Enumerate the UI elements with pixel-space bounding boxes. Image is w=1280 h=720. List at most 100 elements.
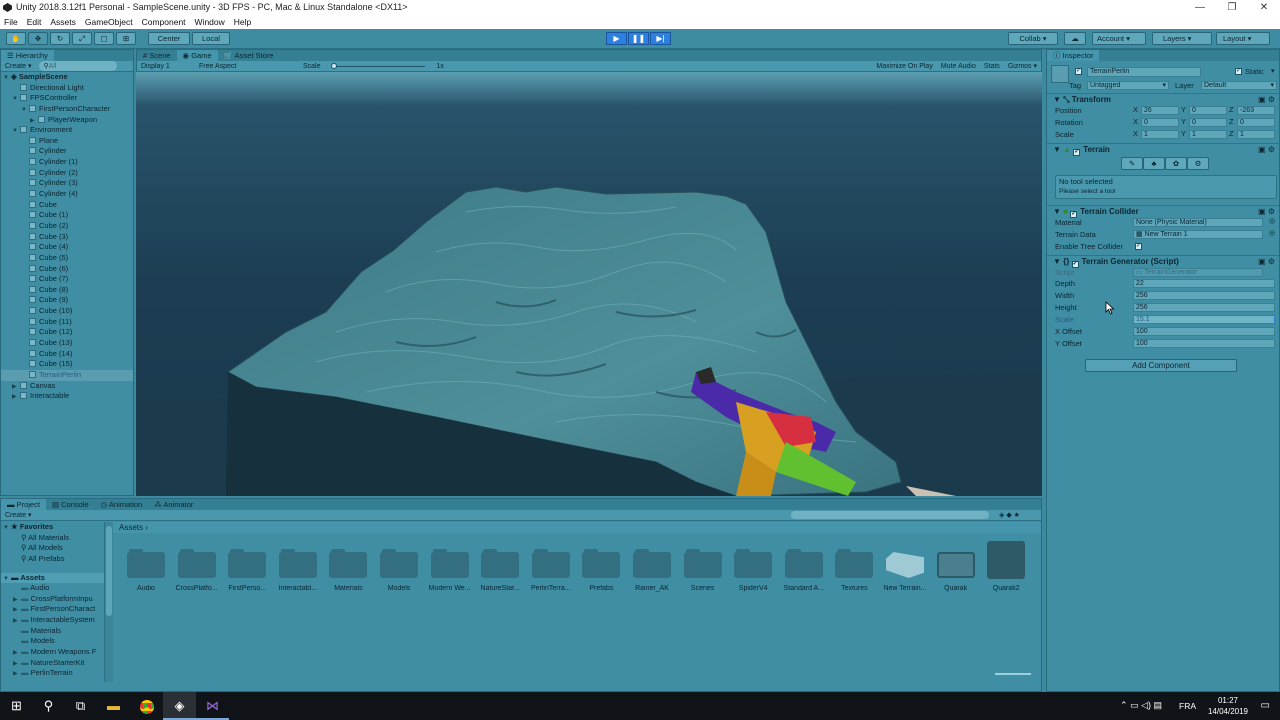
maximize-on-play-toggle[interactable]: Maximize On Play bbox=[876, 61, 932, 72]
pivot-center-button[interactable]: Center bbox=[148, 32, 190, 45]
hierarchy-item[interactable]: ▶ Canvas bbox=[1, 381, 133, 392]
play-button[interactable]: ▶ bbox=[606, 32, 627, 45]
terrain-enabled-checkbox[interactable]: ✓ bbox=[1073, 149, 1081, 156]
tree-scrollbar[interactable] bbox=[105, 522, 113, 682]
generator-field-input[interactable]: 15.1 bbox=[1133, 315, 1275, 324]
hierarchy-item[interactable]: Cube (7) bbox=[1, 274, 133, 285]
tab-animation[interactable]: ◷ Animation bbox=[95, 499, 149, 510]
layout-dropdown[interactable]: Layout ▾ bbox=[1216, 32, 1270, 45]
hierarchy-item[interactable]: Cube bbox=[1, 200, 133, 211]
asset-item[interactable]: Materials bbox=[323, 541, 373, 601]
asset-item[interactable]: PerlinTerra... bbox=[526, 541, 576, 601]
tab-inspector[interactable]: ⓘ Inspector bbox=[1047, 50, 1100, 61]
hierarchy-item[interactable]: Cube (14) bbox=[1, 349, 133, 360]
tree-folder-item[interactable]: ▬ Models bbox=[1, 636, 104, 647]
step-button[interactable]: ▶| bbox=[650, 32, 671, 45]
tray-icons[interactable]: ⌃ ▭ ◁) ▤ bbox=[1120, 700, 1162, 711]
hierarchy-search-input[interactable]: ⚲All bbox=[39, 61, 118, 71]
tab-asset-store[interactable]: 🛒 Asset Store bbox=[218, 50, 280, 61]
asset-item[interactable]: Audio bbox=[121, 541, 171, 601]
hierarchy-item[interactable]: Cube (10) bbox=[1, 306, 133, 317]
object-picker-icon[interactable]: ◎ bbox=[1269, 229, 1275, 237]
visual-studio-icon[interactable]: ⋈ bbox=[196, 692, 229, 720]
static-checkbox[interactable]: ✓ bbox=[1235, 68, 1242, 75]
material-field[interactable]: None (Physic Material) bbox=[1133, 218, 1263, 227]
tab-animator[interactable]: ⁂ Animator bbox=[148, 499, 199, 510]
scale-x-field[interactable]: 1 bbox=[1141, 130, 1179, 139]
menu-component[interactable]: Component bbox=[142, 15, 186, 29]
layers-dropdown[interactable]: Layers ▾ bbox=[1152, 32, 1212, 45]
asset-item[interactable]: Standard A... bbox=[779, 541, 829, 601]
asset-item[interactable]: SpiderV4 bbox=[728, 541, 778, 601]
expand-icon[interactable]: ▶ bbox=[13, 669, 21, 680]
hierarchy-item[interactable]: Cube (12) bbox=[1, 327, 133, 338]
place-trees-button[interactable]: ♣ bbox=[1143, 157, 1165, 170]
asset-item[interactable]: Textures bbox=[829, 541, 879, 601]
hierarchy-item[interactable]: Cube (11) bbox=[1, 317, 133, 328]
scale-slider-thumb[interactable] bbox=[330, 63, 337, 69]
windows-start-icon[interactable]: ⊞ bbox=[0, 692, 33, 720]
add-component-button[interactable]: Add Component bbox=[1085, 359, 1237, 372]
asset-item[interactable]: Quarak bbox=[931, 541, 981, 601]
transform-header[interactable]: ▼ ⤡ Transform ▣ ⚙ bbox=[1047, 93, 1279, 105]
terrain-generator-header[interactable]: ▼ {} ✓ Terrain Generator (Script) ▣ ⚙ bbox=[1047, 255, 1279, 268]
scale-z-field[interactable]: 1 bbox=[1237, 130, 1275, 139]
favorites-header[interactable]: ▼ ★ Favorites bbox=[1, 522, 104, 533]
account-dropdown[interactable]: Account ▾ bbox=[1092, 32, 1146, 45]
hierarchy-item[interactable]: Plane bbox=[1, 136, 133, 147]
task-view-icon[interactable]: ⧉ bbox=[64, 692, 97, 720]
language-indicator[interactable]: FRA bbox=[1179, 701, 1196, 711]
tree-folder-item[interactable]: ▬ Audio bbox=[1, 583, 104, 594]
terrain-settings-button[interactable]: ⚙ bbox=[1187, 157, 1209, 170]
project-create-button[interactable]: Create ▾ bbox=[5, 510, 31, 520]
hierarchy-item[interactable]: Cylinder (3) bbox=[1, 178, 133, 189]
generator-field-input[interactable]: 22 bbox=[1133, 279, 1275, 288]
expand-icon[interactable]: ▼ bbox=[21, 105, 29, 116]
rotation-y-field[interactable]: 0 bbox=[1189, 118, 1227, 127]
hierarchy-item[interactable]: Cube (13) bbox=[1, 338, 133, 349]
hierarchy-item[interactable]: Cube (15) bbox=[1, 359, 133, 370]
rotate-tool-button[interactable]: ↻ bbox=[50, 32, 70, 45]
assets-header[interactable]: ▼ ▬ Assets bbox=[1, 572, 104, 584]
pause-button[interactable]: ❚❚ bbox=[628, 32, 649, 45]
menu-gameobject[interactable]: GameObject bbox=[85, 15, 133, 29]
hierarchy-item[interactable]: Cylinder (4) bbox=[1, 189, 133, 200]
maximize-button[interactable]: ❐ bbox=[1216, 0, 1248, 15]
rect-tool-button[interactable]: ▢ bbox=[94, 32, 114, 45]
tree-folder-item[interactable]: ▬ Materials bbox=[1, 626, 104, 637]
expand-icon[interactable]: ▼ bbox=[12, 126, 20, 137]
project-search-input[interactable] bbox=[791, 511, 989, 519]
rotation-x-field[interactable]: 0 bbox=[1141, 118, 1179, 127]
aspect-dropdown[interactable]: Free Aspect bbox=[199, 61, 295, 71]
tab-project[interactable]: ▬ Project bbox=[1, 499, 46, 510]
tree-folder-item[interactable]: ▶ ▬ Modern Weapons F bbox=[1, 647, 104, 658]
expand-icon[interactable]: ▼ bbox=[12, 94, 20, 105]
cloud-button[interactable]: ☁ bbox=[1064, 32, 1086, 45]
hierarchy-item[interactable]: ▼ Environment bbox=[1, 125, 133, 136]
clock[interactable]: 01:27 14/04/2019 bbox=[1206, 695, 1250, 717]
menu-edit[interactable]: Edit bbox=[27, 15, 42, 29]
layer-dropdown[interactable]: Default ▾ bbox=[1201, 81, 1277, 90]
stats-toggle[interactable]: Stats bbox=[984, 61, 1000, 72]
position-z-field[interactable]: -263 bbox=[1237, 106, 1275, 115]
generator-field-input[interactable]: 100 bbox=[1133, 339, 1275, 348]
hierarchy-item[interactable]: TerrainPerlin bbox=[1, 369, 133, 381]
rotation-z-field[interactable]: 0 bbox=[1237, 118, 1275, 127]
asset-item[interactable]: NatureStar... bbox=[475, 541, 525, 601]
unity-taskbar-icon[interactable]: ◈ bbox=[163, 692, 196, 720]
paint-details-button[interactable]: ✿ bbox=[1165, 157, 1187, 170]
asset-item[interactable]: Models bbox=[374, 541, 424, 601]
hierarchy-item[interactable]: Cube (1) bbox=[1, 210, 133, 221]
tab-scene[interactable]: # Scene bbox=[137, 50, 177, 61]
breadcrumb-assets[interactable]: Assets bbox=[119, 523, 143, 532]
object-name-field[interactable]: TerrainPerlin bbox=[1087, 67, 1201, 77]
generator-field-input[interactable]: 100 bbox=[1133, 327, 1275, 336]
static-dropdown-arrow[interactable]: ▾ bbox=[1271, 67, 1275, 75]
object-active-checkbox[interactable]: ✓ bbox=[1075, 68, 1082, 75]
hierarchy-item[interactable]: Cube (6) bbox=[1, 264, 133, 275]
asset-item[interactable]: Modern We... bbox=[425, 541, 475, 601]
hierarchy-item[interactable]: ▶ Interactable bbox=[1, 391, 133, 402]
position-y-field[interactable]: 0 bbox=[1189, 106, 1227, 115]
hierarchy-item[interactable]: Cube (4) bbox=[1, 242, 133, 253]
favorite-item[interactable]: ⚲ All Prefabs bbox=[1, 554, 104, 565]
